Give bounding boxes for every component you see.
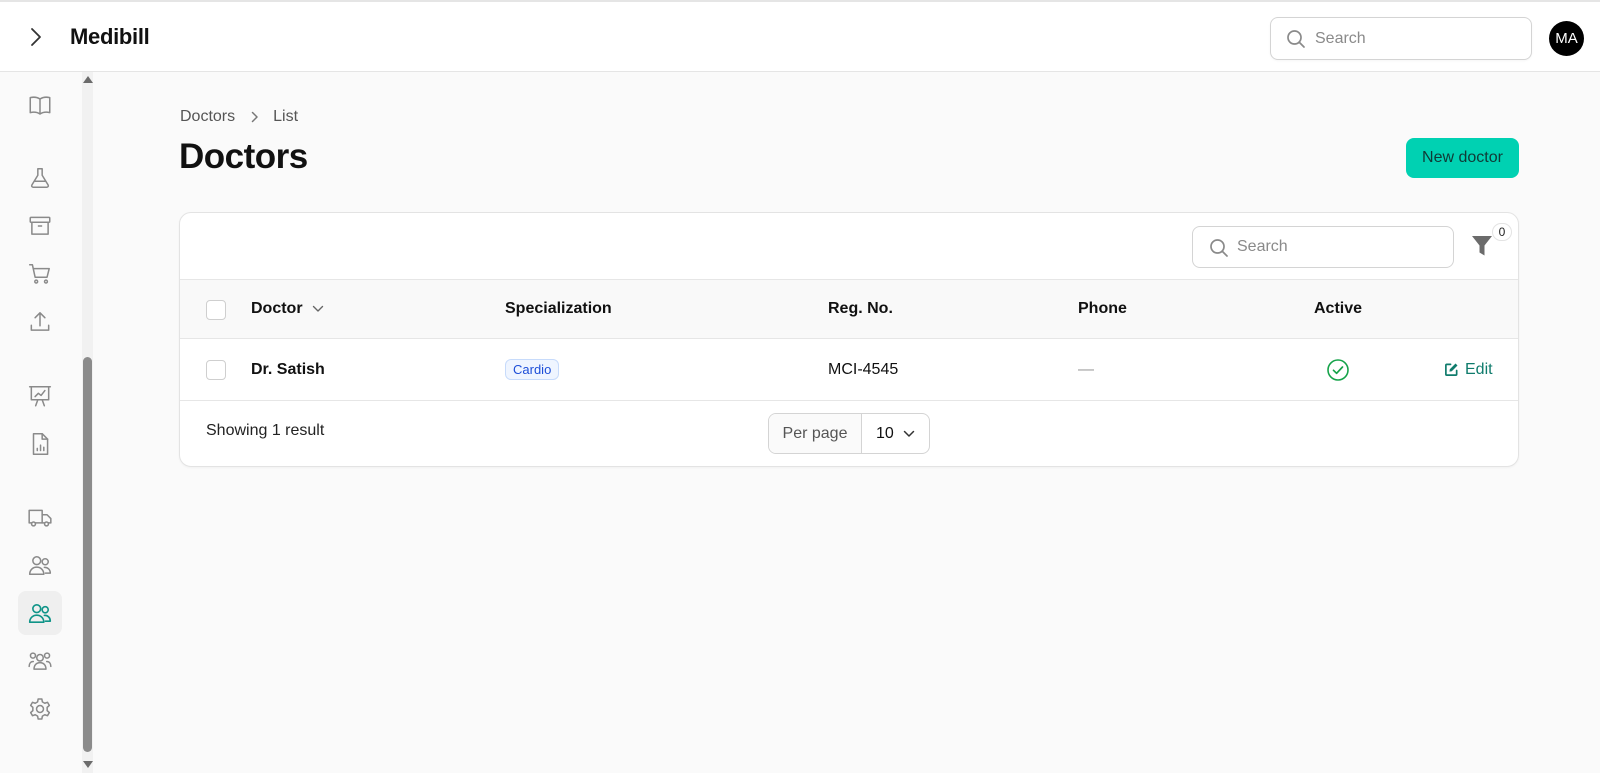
specialization-cell: Cardio: [505, 339, 560, 400]
sidebar-item-docs[interactable]: [18, 83, 62, 127]
breadcrumb-parent-link[interactable]: Doctors: [180, 108, 235, 126]
chevron-down-icon: [903, 430, 915, 437]
sidebar-item-delivery[interactable]: [18, 496, 62, 540]
doctor-name: Dr. Satish: [251, 360, 325, 378]
chevron-right-icon: [251, 111, 259, 123]
page-title: Doctors: [179, 137, 308, 176]
sidebar-item-lab[interactable]: [18, 156, 62, 200]
select-all-checkbox[interactable]: [206, 300, 226, 320]
filter-count-badge: 0: [1492, 223, 1512, 241]
sidebar-item-cart[interactable]: [18, 252, 62, 296]
app-title: Medibill: [70, 24, 150, 49]
reg-no-cell: MCI-4545: [828, 360, 899, 378]
archive-icon: [29, 216, 51, 235]
breadcrumb: Doctors List: [180, 108, 298, 126]
upload-icon: [30, 312, 50, 331]
sidebar-scrollbar[interactable]: [82, 72, 93, 773]
active-cell: [1326, 339, 1350, 400]
sidebar-item-documents[interactable]: [18, 422, 62, 466]
scroll-up-arrow[interactable]: [82, 76, 93, 83]
per-page-select[interactable]: 10: [862, 414, 929, 453]
global-search-input[interactable]: [1315, 18, 1515, 59]
filter-button[interactable]: [1470, 233, 1496, 261]
sidebar: [0, 72, 95, 773]
column-header-reg-no: Reg. No.: [828, 300, 893, 317]
edit-link[interactable]: Edit: [1444, 361, 1493, 379]
per-page-value: 10: [876, 424, 894, 442]
sidebar-item-upload[interactable]: [18, 300, 62, 344]
search-icon: [1287, 30, 1305, 48]
gear-icon: [29, 698, 51, 720]
result-count: Showing 1 result: [206, 422, 325, 439]
column-header-doctor[interactable]: Doctor: [251, 280, 324, 338]
cart-icon: [28, 264, 50, 284]
column-header-specialization: Specialization: [505, 300, 612, 317]
table-header: Doctor Specialization Reg. No. Phone Act…: [180, 279, 1518, 339]
sidebar-item-staff[interactable]: [18, 639, 62, 683]
new-doctor-button[interactable]: New doctor: [1406, 138, 1519, 178]
sidebar-item-archive[interactable]: [18, 204, 62, 248]
avatar[interactable]: MA: [1549, 21, 1584, 56]
specialization-badge: Cardio: [505, 359, 560, 380]
users-icon: [28, 556, 52, 575]
per-page-control: Per page 10: [768, 413, 930, 454]
sidebar-toggle-button[interactable]: [24, 24, 48, 50]
column-header-phone: Phone: [1078, 300, 1127, 317]
chevron-right-icon: [31, 28, 41, 46]
doctors-table-card: 0 Doctor Specialization Reg. No. Phone A…: [179, 212, 1519, 467]
scroll-down-arrow[interactable]: [82, 761, 93, 768]
truck-icon: [28, 509, 52, 527]
top-bar: Medibill MA: [0, 0, 1600, 72]
table-search[interactable]: [1192, 226, 1454, 268]
filter-icon: [1472, 236, 1492, 256]
table-row[interactable]: Dr. Satish Cardio MCI-4545 — Edit: [180, 339, 1518, 401]
edit-icon: [1445, 363, 1458, 376]
book-icon: [29, 96, 51, 115]
row-checkbox[interactable]: [206, 360, 226, 380]
column-header-doctor-label: Doctor: [251, 300, 303, 317]
presentation-chart-icon: [28, 386, 52, 407]
per-page-label: Per page: [769, 414, 862, 453]
table-footer: Showing 1 result Per page 10: [180, 401, 1518, 466]
chevron-down-icon: [312, 305, 323, 312]
edit-cell: Edit: [1444, 339, 1493, 400]
sidebar-item-patients[interactable]: [18, 543, 62, 587]
user-group-icon: [28, 652, 52, 670]
table-search-input[interactable]: [1237, 227, 1437, 267]
scrollbar-thumb[interactable]: [83, 357, 92, 752]
check-circle-icon: [1327, 358, 1349, 381]
breadcrumb-current: List: [273, 108, 299, 125]
phone-cell: —: [1078, 360, 1094, 378]
search-icon: [1210, 239, 1228, 257]
flask-icon: [30, 168, 50, 188]
sidebar-item-reports[interactable]: [18, 374, 62, 418]
sidebar-item-settings[interactable]: [18, 687, 62, 731]
users-icon: [28, 603, 52, 624]
edit-label: Edit: [1465, 360, 1493, 378]
column-header-active: Active: [1314, 300, 1363, 317]
sidebar-item-doctors[interactable]: [18, 591, 62, 635]
document-chart-icon: [32, 432, 49, 456]
global-search[interactable]: [1270, 17, 1532, 60]
